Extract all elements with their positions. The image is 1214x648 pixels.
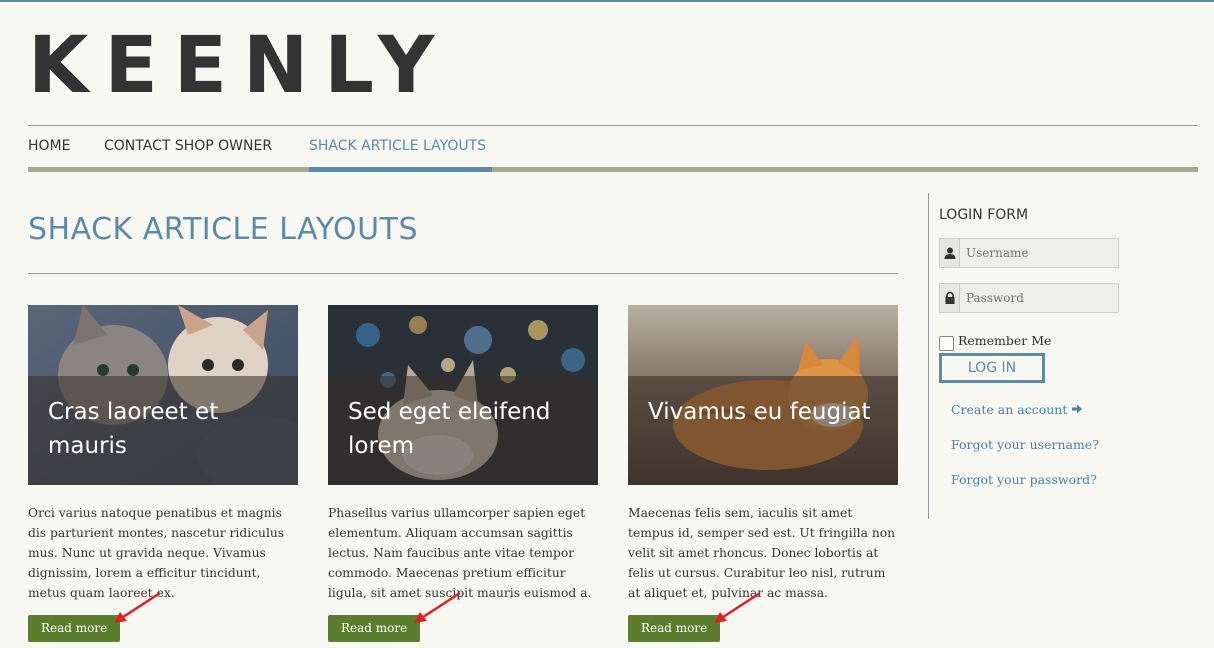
remember-me-checkbox[interactable]	[939, 336, 954, 351]
image-overlay	[628, 376, 898, 485]
annotation-arrow-icon	[414, 591, 461, 623]
article-image-ginger-cat[interactable]: Vivamus eu feugiat	[628, 305, 898, 485]
read-more-button[interactable]: Read more	[328, 615, 421, 642]
username-group	[939, 238, 1119, 268]
read-more-button[interactable]: Read more	[628, 615, 721, 642]
user-icon	[940, 239, 960, 267]
create-account-label: Create an account	[951, 402, 1068, 417]
read-more-button[interactable]: Read more	[28, 615, 121, 642]
article-title[interactable]: Vivamus eu feugiat	[648, 395, 888, 429]
lock-icon	[940, 284, 960, 312]
arrow-right-icon	[1072, 404, 1083, 414]
nav-item-shack-article-layouts[interactable]: SHACK ARTICLE LAYOUTS	[309, 138, 486, 154]
nav-item-home[interactable]: HOME	[28, 138, 70, 154]
article-excerpt: Orci varius natoque penatibus et magnis …	[28, 506, 285, 600]
annotation-arrow-icon	[114, 591, 161, 623]
main-nav: HOME CONTACT SHOP OWNER SHACK ARTICLE LA…	[28, 126, 1198, 172]
nav-bottom-bar	[28, 167, 1198, 172]
nav-active-indicator	[309, 167, 492, 172]
sidebar-divider	[928, 193, 929, 519]
remember-me-label[interactable]: Remember Me	[958, 333, 1051, 348]
annotation-arrow-icon	[714, 591, 761, 623]
forgot-username-link[interactable]: Forgot your username?	[951, 437, 1099, 452]
log-in-button[interactable]: LOG IN	[939, 353, 1045, 383]
article-excerpt: Maecenas felis sem, iaculis sit amet tem…	[628, 506, 896, 600]
article-title[interactable]: Cras laoreet et mauris	[48, 395, 288, 463]
article-excerpt: Phasellus varius ullamcorper sapien eget…	[328, 506, 592, 600]
title-divider	[28, 273, 898, 274]
remember-me-row: Remember Me	[939, 330, 1051, 351]
password-group	[939, 283, 1119, 313]
password-input[interactable]	[960, 284, 1118, 312]
page-title: SHACK ARTICLE LAYOUTS	[28, 212, 418, 247]
article-image-kittens[interactable]: Cras laoreet et mauris	[28, 305, 298, 485]
username-input[interactable]	[960, 239, 1118, 267]
article-image-cat-lights[interactable]: Sed eget eleifend lorem	[328, 305, 598, 485]
site-logo[interactable]: KEENLY	[28, 26, 450, 106]
forgot-password-link[interactable]: Forgot your password?	[951, 472, 1097, 487]
article-title[interactable]: Sed eget eleifend lorem	[348, 395, 588, 463]
login-form-heading: LOGIN FORM	[939, 207, 1029, 223]
create-account-link[interactable]: Create an account	[951, 402, 1083, 417]
nav-item-contact-shop-owner[interactable]: CONTACT SHOP OWNER	[104, 138, 272, 154]
